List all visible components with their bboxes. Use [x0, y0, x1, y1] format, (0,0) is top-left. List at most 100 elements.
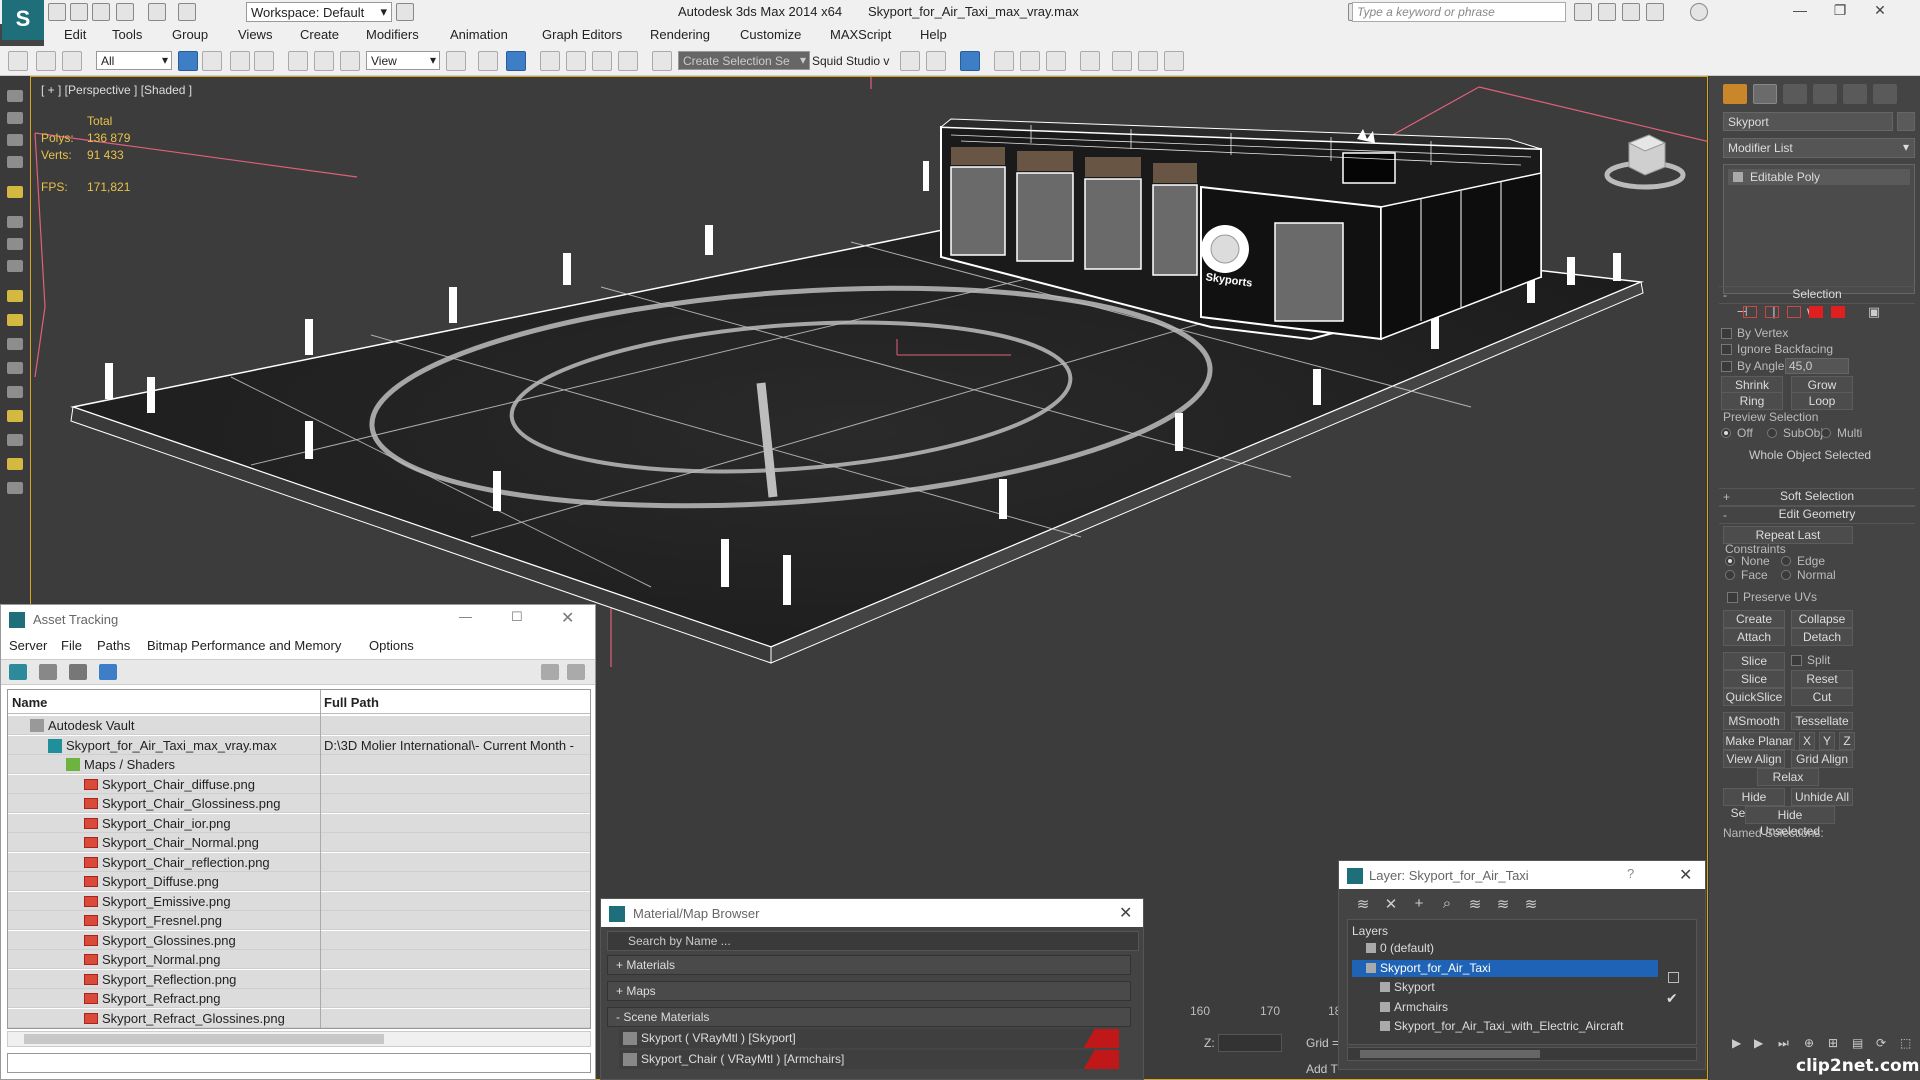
- select-by-name-icon[interactable]: [202, 51, 222, 71]
- modify-tab-icon[interactable]: [1753, 84, 1777, 104]
- detach-button[interactable]: Detach: [1791, 628, 1853, 646]
- keyboard-shortcut-override-icon[interactable]: [506, 51, 526, 71]
- open-file-icon[interactable]: [70, 3, 88, 21]
- table-row[interactable]: Maps / Shaders: [8, 755, 590, 774]
- reset-plane-button[interactable]: Reset Plane: [1791, 670, 1853, 702]
- project-folder-icon[interactable]: [178, 3, 196, 21]
- menu-options[interactable]: Options: [369, 638, 414, 653]
- unhide-all-button[interactable]: Unhide All: [1791, 788, 1853, 806]
- close-button[interactable]: ✕: [1119, 903, 1132, 923]
- curve-editor-icon[interactable]: [1020, 51, 1040, 71]
- table-row[interactable]: Skyport_Reflection.png: [8, 969, 590, 989]
- menu-file[interactable]: File: [61, 638, 82, 653]
- modifier-list-dropdown[interactable]: Modifier List: [1723, 138, 1915, 158]
- select-and-manipulate-icon[interactable]: [478, 51, 498, 71]
- move-icon[interactable]: [288, 51, 308, 71]
- minimize-button[interactable]: —: [1780, 2, 1820, 22]
- strip-tool-icon[interactable]: [7, 362, 23, 374]
- timeline-ruler[interactable]: 160 170 18: [1146, 1000, 1341, 1022]
- graphite-ribbon-icon[interactable]: [994, 51, 1014, 71]
- close-button[interactable]: ✕: [1679, 865, 1692, 885]
- slice-plane-button[interactable]: Slice Plane: [1723, 652, 1785, 684]
- menu-server[interactable]: Server: [9, 638, 47, 653]
- strip-tool-icon[interactable]: [7, 216, 23, 228]
- maps-group[interactable]: + Maps: [607, 981, 1131, 1001]
- hide-unselected-button[interactable]: Hide Unselected: [1745, 806, 1835, 838]
- ignore-backfacing-checkbox[interactable]: [1721, 344, 1732, 355]
- hide-all-layers-icon[interactable]: ≋: [1493, 895, 1513, 913]
- menu-rendering[interactable]: Rendering: [650, 27, 710, 42]
- table-row[interactable]: Skyport_Chair_reflection.png: [8, 852, 590, 872]
- add-time-tag-button[interactable]: Add T: [1306, 1062, 1338, 1076]
- layer-row[interactable]: Skyport_for_Air_Taxi: [1352, 959, 1658, 977]
- edge-subobject-icon[interactable]: [1765, 306, 1779, 318]
- workspace-dropdown[interactable]: Workspace: Default: [246, 2, 392, 22]
- strip-tool-icon[interactable]: [7, 186, 23, 198]
- constraint-edge-radio[interactable]: [1781, 556, 1791, 566]
- hide-selected-button[interactable]: Hide Selected: [1723, 788, 1785, 820]
- strip-tool-icon[interactable]: [7, 112, 23, 124]
- modifier-stack-item[interactable]: Editable Poly: [1728, 169, 1910, 185]
- strip-tool-icon[interactable]: [7, 386, 23, 398]
- collapse-button[interactable]: Collapse: [1791, 610, 1853, 628]
- viewport-label[interactable]: [ + ] [Perspective ] [Shaded ]: [41, 83, 192, 97]
- close-button[interactable]: ✕: [1860, 2, 1900, 22]
- create-tab-icon[interactable]: [1723, 84, 1747, 104]
- planar-x-button[interactable]: X: [1799, 732, 1815, 750]
- window-crossing-icon[interactable]: [254, 51, 274, 71]
- strip-tool-icon[interactable]: [7, 410, 23, 422]
- layer-row[interactable]: 0 (default): [1352, 940, 1658, 957]
- viewcube-icon[interactable]: [1603, 115, 1693, 195]
- play-icon[interactable]: ▶: [1732, 1036, 1746, 1050]
- motion-tab-icon[interactable]: [1813, 84, 1837, 104]
- table-row[interactable]: Skyport_Normal.png: [8, 950, 590, 969]
- selection-filter-dropdown[interactable]: All: [96, 51, 172, 70]
- pivot-center-icon[interactable]: [446, 51, 466, 71]
- by-vertex-checkbox[interactable]: [1721, 328, 1732, 339]
- orbit-icon[interactable]: ⟳: [1876, 1036, 1890, 1050]
- edit-geometry-rollout-header[interactable]: - Edit Geometry: [1719, 506, 1915, 524]
- table-row[interactable]: Autodesk Vault: [8, 716, 590, 735]
- layer-row[interactable]: Skyport: [1352, 979, 1658, 996]
- msmooth-button[interactable]: MSmooth: [1723, 712, 1785, 730]
- menu-animation[interactable]: Animation: [450, 27, 508, 42]
- strip-tool-icon[interactable]: [7, 134, 23, 146]
- menu-customize[interactable]: Customize: [740, 27, 801, 42]
- redo-icon[interactable]: [148, 3, 166, 21]
- schematic-view-icon[interactable]: [1046, 51, 1066, 71]
- zoom-all-icon[interactable]: ⊞: [1828, 1036, 1842, 1050]
- create-button[interactable]: Create: [1723, 610, 1785, 628]
- create-layer-icon[interactable]: ≋: [1353, 895, 1373, 913]
- highlight-layer-icon[interactable]: ≋: [1465, 895, 1485, 913]
- table-row[interactable]: Skyport_for_Air_Taxi_max_vray.max D:\3D M…: [8, 735, 590, 755]
- named-selection-set-dropdown[interactable]: Create Selection Se: [678, 51, 810, 70]
- menu-bitmap-performance[interactable]: Bitmap Performance and Memory: [147, 638, 341, 653]
- scrollbar-thumb[interactable]: [24, 1034, 384, 1044]
- snaps-toggle-icon[interactable]: [540, 51, 560, 71]
- material-row[interactable]: Skyport ( VRayMtl ) [Skyport]: [619, 1029, 1119, 1048]
- preserve-uvs-checkbox[interactable]: [1727, 592, 1738, 603]
- layer-row[interactable]: Armchairs: [1352, 999, 1658, 1016]
- materials-group[interactable]: + Materials: [607, 955, 1131, 975]
- strip-tool-icon[interactable]: [7, 156, 23, 168]
- scene-materials-group[interactable]: - Scene Materials: [607, 1007, 1131, 1027]
- menu-paths[interactable]: Paths: [97, 638, 130, 653]
- configure-modifier-sets-icon[interactable]: ▣: [1865, 304, 1883, 320]
- spinner-snap-icon[interactable]: [618, 51, 638, 71]
- menu-edit[interactable]: Edit: [64, 27, 86, 42]
- material-search-input[interactable]: Search by Name ...: [607, 931, 1139, 951]
- menu-graph-editors[interactable]: Graph Editors: [542, 27, 622, 42]
- object-name-field[interactable]: Skyport: [1723, 112, 1893, 131]
- help-icon[interactable]: [1690, 3, 1708, 21]
- angle-snap-icon[interactable]: [566, 51, 586, 71]
- utilities-tab-icon[interactable]: [1873, 84, 1897, 104]
- binoculars-icon[interactable]: [1574, 3, 1592, 21]
- table-row[interactable]: Skyport_Chair_diffuse.png: [8, 774, 590, 794]
- table-view-icon[interactable]: [99, 664, 117, 680]
- relax-button[interactable]: Relax: [1757, 768, 1819, 786]
- soft-selection-rollout-header[interactable]: + Soft Selection: [1719, 488, 1915, 506]
- view-align-button[interactable]: View Align: [1723, 750, 1785, 768]
- constraint-normal-radio[interactable]: [1781, 570, 1791, 580]
- table-row[interactable]: Skyport_Fresnel.png: [8, 911, 590, 930]
- layer-hide-toggle[interactable]: [1668, 972, 1679, 983]
